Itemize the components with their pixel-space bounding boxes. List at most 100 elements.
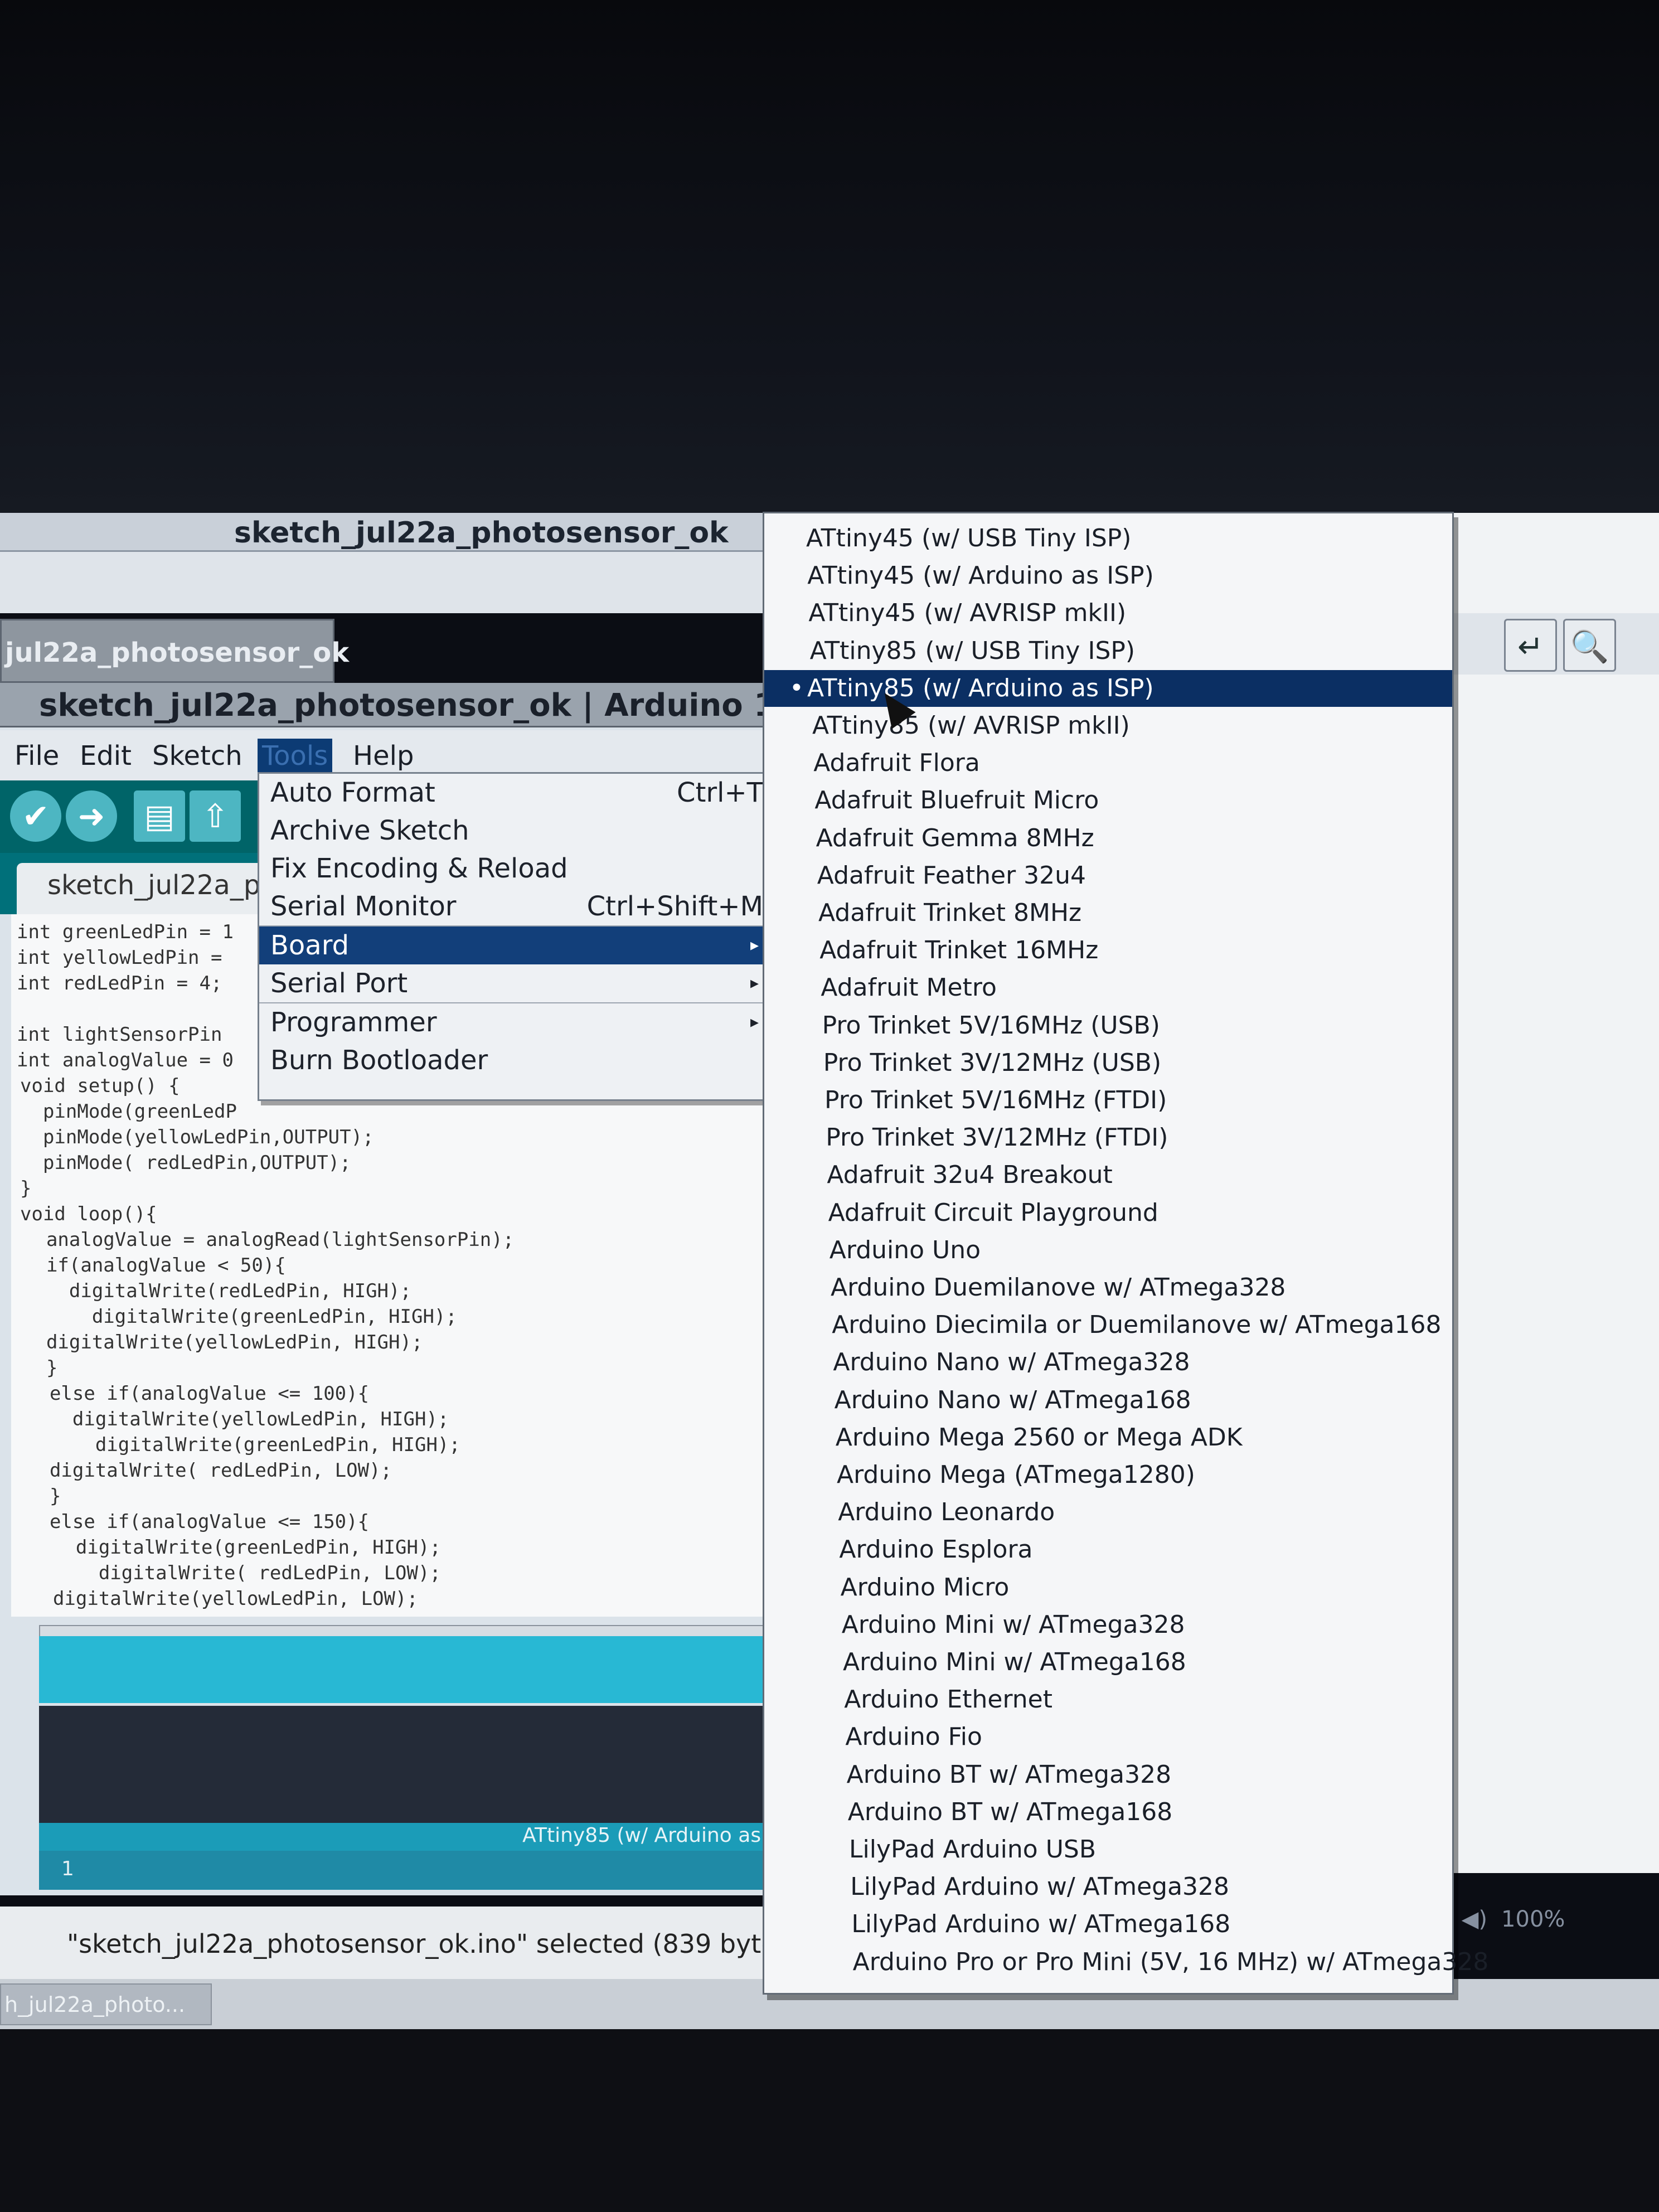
new-icon[interactable]: ▤ — [134, 790, 185, 842]
code-line: digitalWrite(yellowLedPin, HIGH); — [23, 1331, 423, 1354]
tools-menu-item-auto-format[interactable]: Auto Format Ctrl+T — [259, 774, 774, 812]
board-option[interactable]: Pro Trinket 3V/12MHz (FTDI) — [826, 1119, 1168, 1156]
code-line: if(analogValue < 50){ — [23, 1254, 286, 1277]
board-option-label: Arduino BT w/ ATmega328 — [846, 1760, 1172, 1789]
search-icon[interactable]: 🔍 — [1563, 619, 1616, 672]
tools-menu-item-label: Archive Sketch — [270, 815, 469, 846]
board-option-label: ATtiny85 (w/ Arduino as ISP) — [807, 673, 1154, 702]
tools-menu-item-archive-sketch[interactable]: Archive Sketch — [259, 812, 774, 850]
mouse-cursor-icon — [872, 685, 916, 729]
board-option[interactable]: Arduino Esplora — [839, 1531, 1032, 1568]
status-message: "sketch_jul22a_photosensor_ok.ino" selec… — [67, 1929, 840, 1959]
board-option[interactable]: Arduino Uno — [830, 1232, 981, 1269]
battery-label[interactable]: 100% — [1501, 1907, 1565, 1932]
taskbar-item[interactable]: h_jul22a_photo... — [0, 1983, 212, 2025]
return-icon[interactable]: ↵ — [1504, 619, 1557, 672]
tools-menu-item-fix-encoding[interactable]: Fix Encoding & Reload — [259, 850, 774, 887]
volume-icon[interactable]: ◀) — [1462, 1907, 1487, 1932]
board-option[interactable]: Arduino Duemilanove w/ ATmega328 — [831, 1269, 1286, 1306]
background-window-tab[interactable]: jul22a_photosensor_ok — [0, 619, 349, 683]
board-option[interactable]: Arduino Diecimila or Duemilanove w/ ATme… — [832, 1307, 1441, 1343]
menu-edit[interactable]: Edit — [75, 739, 136, 773]
file-manager-statusbar: "sketch_jul22a_photosensor_ok.ino" selec… — [0, 1907, 840, 1979]
verify-icon[interactable]: ✔ — [10, 790, 61, 842]
board-option-label: ATtiny45 (w/ AVRISP mkII) — [808, 599, 1127, 628]
board-option[interactable]: Arduino Nano w/ ATmega328 — [833, 1344, 1190, 1381]
board-option[interactable]: Adafruit Trinket 16MHz — [819, 932, 1098, 969]
board-option[interactable]: Arduino Mini w/ ATmega328 — [842, 1607, 1185, 1643]
board-option[interactable]: Pro Trinket 5V/16MHz (FTDI) — [824, 1082, 1167, 1119]
tools-menu-item-label: Serial Monitor — [270, 891, 457, 922]
board-option[interactable]: Adafruit Flora — [813, 745, 980, 782]
board-option[interactable]: Adafruit Feather 32u4 — [817, 857, 1086, 894]
board-option[interactable]: Arduino Mega 2560 or Mega ADK — [836, 1419, 1243, 1456]
board-option[interactable]: ATtiny85 (w/ USB Tiny ISP) — [810, 633, 1135, 670]
code-line: digitalWrite(greenLedPin, HIGH); — [23, 1306, 457, 1328]
menu-sketch[interactable]: Sketch — [148, 739, 247, 773]
board-option-label: LilyPad Arduino USB — [849, 1835, 1097, 1864]
board-option[interactable]: Adafruit Circuit Playground — [828, 1195, 1158, 1231]
tools-menu-item-label: Board — [270, 930, 350, 961]
board-option[interactable]: Pro Trinket 5V/16MHz (USB) — [822, 1007, 1160, 1044]
board-option-label: Arduino Nano w/ ATmega328 — [833, 1348, 1190, 1377]
board-option-label: Adafruit Circuit Playground — [828, 1198, 1158, 1227]
open-icon[interactable]: ⇧ — [190, 790, 241, 842]
board-option[interactable]: LilyPad Arduino w/ ATmega168 — [851, 1906, 1230, 1943]
code-line: digitalWrite(greenLedPin, HIGH); — [27, 1434, 460, 1456]
board-option[interactable]: ATtiny45 (w/ AVRISP mkII) — [808, 595, 1126, 632]
board-option[interactable]: Arduino Micro — [841, 1569, 1010, 1606]
background-window-panel — [1444, 513, 1659, 1873]
board-option[interactable]: Adafruit Metro — [821, 969, 996, 1006]
tools-menu-item-label: Serial Port — [270, 968, 408, 999]
tools-menu-item-serial-monitor[interactable]: Serial Monitor Ctrl+Shift+M — [259, 887, 774, 925]
tools-menu-item-burn-bootloader[interactable]: Burn Bootloader — [259, 1041, 774, 1079]
tools-menu-item-programmer[interactable]: Programmer ▸ — [259, 1003, 774, 1041]
shortcut-label: Ctrl+T — [677, 777, 763, 808]
board-option-label: Adafruit Gemma 8MHz — [816, 823, 1094, 852]
submenu-arrow-icon: ▸ — [750, 1012, 759, 1032]
board-option[interactable]: Adafruit 32u4 Breakout — [827, 1157, 1112, 1194]
board-option[interactable]: Pro Trinket 3V/12MHz (USB) — [823, 1045, 1161, 1081]
board-option-label: Arduino Diecimila or Duemilanove w/ ATme… — [832, 1311, 1442, 1340]
board-option[interactable]: Adafruit Bluefruit Micro — [814, 782, 1099, 819]
tools-menu-item-serial-port[interactable]: Serial Port ▸ — [259, 964, 774, 1002]
board-option-label: Arduino Mini w/ ATmega328 — [841, 1610, 1185, 1639]
board-option[interactable]: ATtiny45 (w/ USB Tiny ISP) — [806, 520, 1131, 557]
tools-menu-item-board[interactable]: Board ▸ — [259, 926, 774, 964]
board-option[interactable]: Arduino Mini w/ ATmega168 — [843, 1644, 1186, 1681]
code-line: } — [20, 1177, 32, 1200]
taskbar-item-label: h_jul22a_photo... — [4, 1992, 186, 2017]
board-option[interactable]: Arduino Mega (ATmega1280) — [837, 1457, 1195, 1493]
menu-file[interactable]: File — [10, 739, 64, 773]
board-option-label: Arduino Esplora — [839, 1535, 1033, 1564]
code-line: pinMode(yellowLedPin,OUTPUT); — [20, 1126, 374, 1148]
board-option[interactable]: Arduino Pro or Pro Mini (5V, 16 MHz) w/ … — [853, 1944, 1489, 1981]
board-option[interactable]: ATtiny85 (w/ AVRISP mkII) — [812, 707, 1130, 744]
board-option[interactable]: Arduino Ethernet — [844, 1681, 1052, 1718]
board-option[interactable]: ATtiny45 (w/ Arduino as ISP) — [807, 557, 1154, 594]
board-option[interactable]: Adafruit Gemma 8MHz — [816, 820, 1094, 857]
board-option[interactable]: Arduino Nano w/ ATmega168 — [835, 1382, 1191, 1419]
board-option[interactable]: Arduino BT w/ ATmega168 — [848, 1794, 1172, 1831]
board-option[interactable]: Arduino Fio — [845, 1719, 982, 1755]
code-line: digitalWrite(yellowLedPin, HIGH); — [27, 1408, 449, 1430]
board-option[interactable]: • ATtiny85 (w/ Arduino as ISP) — [764, 670, 1452, 707]
board-option-label: Arduino Pro or Pro Mini (5V, 16 MHz) w/ … — [852, 1947, 1489, 1976]
menu-tools[interactable]: Tools — [258, 739, 333, 773]
board-option-label: ATtiny45 (w/ USB Tiny ISP) — [806, 524, 1132, 552]
board-option[interactable]: Arduino BT w/ ATmega328 — [847, 1757, 1171, 1793]
upload-icon[interactable]: ➜ — [66, 790, 117, 842]
board-option[interactable]: Adafruit Trinket 8MHz — [818, 895, 1081, 932]
sketch-tab[interactable]: sketch_jul22a_p — [17, 863, 279, 914]
board-option-label: ATtiny85 (w/ USB Tiny ISP) — [809, 636, 1136, 665]
code-line: else if(analogValue <= 100){ — [27, 1382, 370, 1405]
board-option-label: Adafruit Trinket 8MHz — [818, 899, 1082, 927]
menu-help[interactable]: Help — [348, 739, 418, 773]
board-option-label: Arduino Ethernet — [844, 1685, 1052, 1714]
board-option-label: LilyPad Arduino w/ ATmega168 — [851, 1910, 1231, 1939]
board-option[interactable]: LilyPad Arduino w/ ATmega328 — [850, 1869, 1229, 1905]
board-option-label: Pro Trinket 5V/16MHz (FTDI) — [824, 1086, 1167, 1114]
dark-room-background — [0, 0, 1659, 513]
board-option[interactable]: Arduino Leonardo — [838, 1494, 1055, 1531]
board-option[interactable]: LilyPad Arduino USB — [849, 1831, 1096, 1868]
